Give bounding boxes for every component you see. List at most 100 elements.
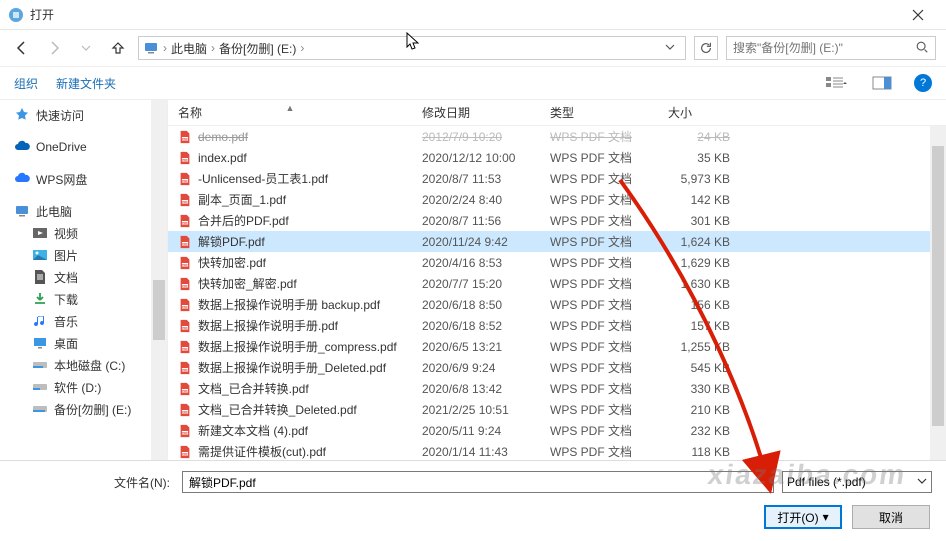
cancel-button[interactable]: 取消: [852, 505, 930, 529]
back-button[interactable]: [10, 36, 34, 60]
music-icon: [32, 313, 48, 329]
sidebar-item-onedrive[interactable]: OneDrive: [0, 136, 167, 158]
filename-label: 文件名(N):: [14, 474, 174, 491]
nav-bar: › 此电脑 › 备份[勿删] (E:) ›: [0, 30, 946, 66]
refresh-button[interactable]: [694, 36, 718, 60]
preview-pane-button[interactable]: [868, 72, 896, 94]
sidebar-item-videos[interactable]: 视频: [0, 222, 167, 244]
view-mode-button[interactable]: [822, 72, 850, 94]
file-date-cell: 2020/1/14 11:43: [412, 445, 540, 459]
file-row[interactable]: PDF-Unlicensed-员工表1.pdf2020/8/7 11:53WPS…: [168, 168, 946, 189]
file-type-cell: WPS PDF 文档: [540, 401, 658, 418]
scrollbar-thumb[interactable]: [153, 280, 165, 340]
file-type-cell: WPS PDF 文档: [540, 191, 658, 208]
new-folder-button[interactable]: 新建文件夹: [56, 75, 116, 92]
video-icon: [32, 225, 48, 241]
sidebar-item-wps[interactable]: WPS网盘: [0, 168, 167, 190]
search-icon: [915, 40, 929, 57]
main-area: 快速访问 OneDrive WPS网盘 此电脑 视频 图片 文档 下载 音乐 桌…: [0, 100, 946, 460]
file-date-cell: 2020/6/18 8:52: [412, 319, 540, 333]
file-row[interactable]: PDF需提供证件模板(cut).pdf2020/1/14 11:43WPS PD…: [168, 441, 946, 460]
file-size-cell: 330 KB: [658, 382, 748, 396]
svg-text:PDF: PDF: [182, 200, 188, 204]
file-size-cell: 5,973 KB: [658, 172, 748, 186]
file-row[interactable]: PDF文档_已合并转换_Deleted.pdf2021/2/25 10:51WP…: [168, 399, 946, 420]
svg-text:PDF: PDF: [182, 431, 188, 435]
app-icon: [8, 7, 24, 23]
breadcrumb-separator: ›: [300, 41, 304, 55]
file-row[interactable]: PDF合并后的PDF.pdf2020/8/7 11:56WPS PDF 文档30…: [168, 210, 946, 231]
file-name-cell: PDF数据上报操作说明手册_Deleted.pdf: [168, 359, 412, 376]
window-title: 打开: [30, 6, 898, 23]
file-date-cell: 2020/5/11 9:24: [412, 424, 540, 438]
file-scrollbar[interactable]: [930, 126, 946, 460]
file-row[interactable]: PDF数据上报操作说明手册.pdf2020/6/18 8:52WPS PDF 文…: [168, 315, 946, 336]
svg-text:PDF: PDF: [182, 410, 188, 414]
address-dropdown[interactable]: [659, 41, 681, 55]
svg-text:PDF: PDF: [182, 179, 188, 183]
file-size-cell: 142 KB: [658, 193, 748, 207]
disk-icon: [32, 401, 48, 417]
file-size-cell: 156 KB: [658, 298, 748, 312]
search-box[interactable]: [726, 36, 936, 60]
recent-dropdown[interactable]: [74, 36, 98, 60]
breadcrumb-separator: ›: [163, 41, 167, 55]
search-input[interactable]: [733, 41, 915, 55]
column-headers: ▲名称 修改日期 类型 大小: [168, 100, 946, 126]
file-type-cell: WPS PDF 文档: [540, 338, 658, 355]
column-size[interactable]: 大小: [658, 104, 748, 121]
file-row[interactable]: PDF数据上报操作说明手册_compress.pdf2020/6/5 13:21…: [168, 336, 946, 357]
help-button[interactable]: ?: [914, 74, 932, 92]
sidebar-item-disk-d[interactable]: 软件 (D:): [0, 376, 167, 398]
forward-button[interactable]: [42, 36, 66, 60]
sidebar-item-disk-e[interactable]: 备份[勿删] (E:): [0, 398, 167, 420]
sidebar-item-desktop[interactable]: 桌面: [0, 332, 167, 354]
file-list: PDFdemo.pdf2012/7/9 10:20WPS PDF 文档24 KB…: [168, 126, 946, 460]
titlebar: 打开: [0, 0, 946, 30]
sidebar-item-disk-c[interactable]: 本地磁盘 (C:): [0, 354, 167, 376]
file-date-cell: 2012/7/9 10:20: [412, 130, 540, 144]
sidebar-item-music[interactable]: 音乐: [0, 310, 167, 332]
sidebar-item-this-pc[interactable]: 此电脑: [0, 200, 167, 222]
column-name[interactable]: ▲名称: [168, 104, 412, 121]
file-row[interactable]: PDF数据上报操作说明手册_Deleted.pdf2020/6/9 9:24WP…: [168, 357, 946, 378]
file-row[interactable]: PDFindex.pdf2020/12/12 10:00WPS PDF 文档35…: [168, 147, 946, 168]
open-button[interactable]: 打开(O) ▾: [764, 505, 842, 529]
file-row[interactable]: PDFdemo.pdf2012/7/9 10:20WPS PDF 文档24 KB: [168, 126, 946, 147]
file-type-cell: WPS PDF 文档: [540, 422, 658, 439]
scrollbar-thumb[interactable]: [932, 146, 944, 426]
file-row[interactable]: PDF快转加密_解密.pdf2020/7/7 15:20WPS PDF 文档1,…: [168, 273, 946, 294]
sidebar-item-quick-access[interactable]: 快速访问: [0, 104, 167, 126]
sidebar-item-documents[interactable]: 文档: [0, 266, 167, 288]
file-name-cell: PDF数据上报操作说明手册 backup.pdf: [168, 296, 412, 313]
file-row[interactable]: PDF副本_页面_1.pdf2020/2/24 8:40WPS PDF 文档14…: [168, 189, 946, 210]
svg-text:PDF: PDF: [182, 137, 188, 141]
file-date-cell: 2021/2/25 10:51: [412, 403, 540, 417]
organize-button[interactable]: 组织: [14, 75, 38, 92]
file-size-cell: 545 KB: [658, 361, 748, 375]
file-row[interactable]: PDF新建文本文档 (4).pdf2020/5/11 9:24WPS PDF 文…: [168, 420, 946, 441]
sidebar-item-downloads[interactable]: 下载: [0, 288, 167, 310]
toolbar: 组织 新建文件夹 ?: [0, 66, 946, 100]
filename-input[interactable]: [182, 471, 774, 493]
svg-text:PDF: PDF: [182, 368, 188, 372]
breadcrumb-root[interactable]: 此电脑: [171, 40, 207, 57]
file-row[interactable]: PDF解锁PDF.pdf2020/11/24 9:42WPS PDF 文档1,6…: [168, 231, 946, 252]
file-row[interactable]: PDF文档_已合并转换.pdf2020/6/8 13:42WPS PDF 文档3…: [168, 378, 946, 399]
file-name-cell: PDF数据上报操作说明手册_compress.pdf: [168, 338, 412, 355]
file-type-cell: WPS PDF 文档: [540, 149, 658, 166]
column-type[interactable]: 类型: [540, 104, 658, 121]
file-row[interactable]: PDF快转加密.pdf2020/4/16 8:53WPS PDF 文档1,629…: [168, 252, 946, 273]
sidebar-item-pictures[interactable]: 图片: [0, 244, 167, 266]
file-type-cell: WPS PDF 文档: [540, 233, 658, 250]
column-date[interactable]: 修改日期: [412, 104, 540, 121]
breadcrumb-drive[interactable]: 备份[勿删] (E:): [219, 40, 296, 57]
watermark: xiazaiba.com: [705, 459, 908, 491]
file-name-cell: PDF文档_已合并转换.pdf: [168, 380, 412, 397]
up-button[interactable]: [106, 36, 130, 60]
svg-text:PDF: PDF: [182, 452, 188, 456]
file-row[interactable]: PDF数据上报操作说明手册 backup.pdf2020/6/18 8:50WP…: [168, 294, 946, 315]
close-button[interactable]: [898, 0, 938, 30]
sidebar-scrollbar[interactable]: [151, 100, 167, 460]
file-type-cell: WPS PDF 文档: [540, 170, 658, 187]
